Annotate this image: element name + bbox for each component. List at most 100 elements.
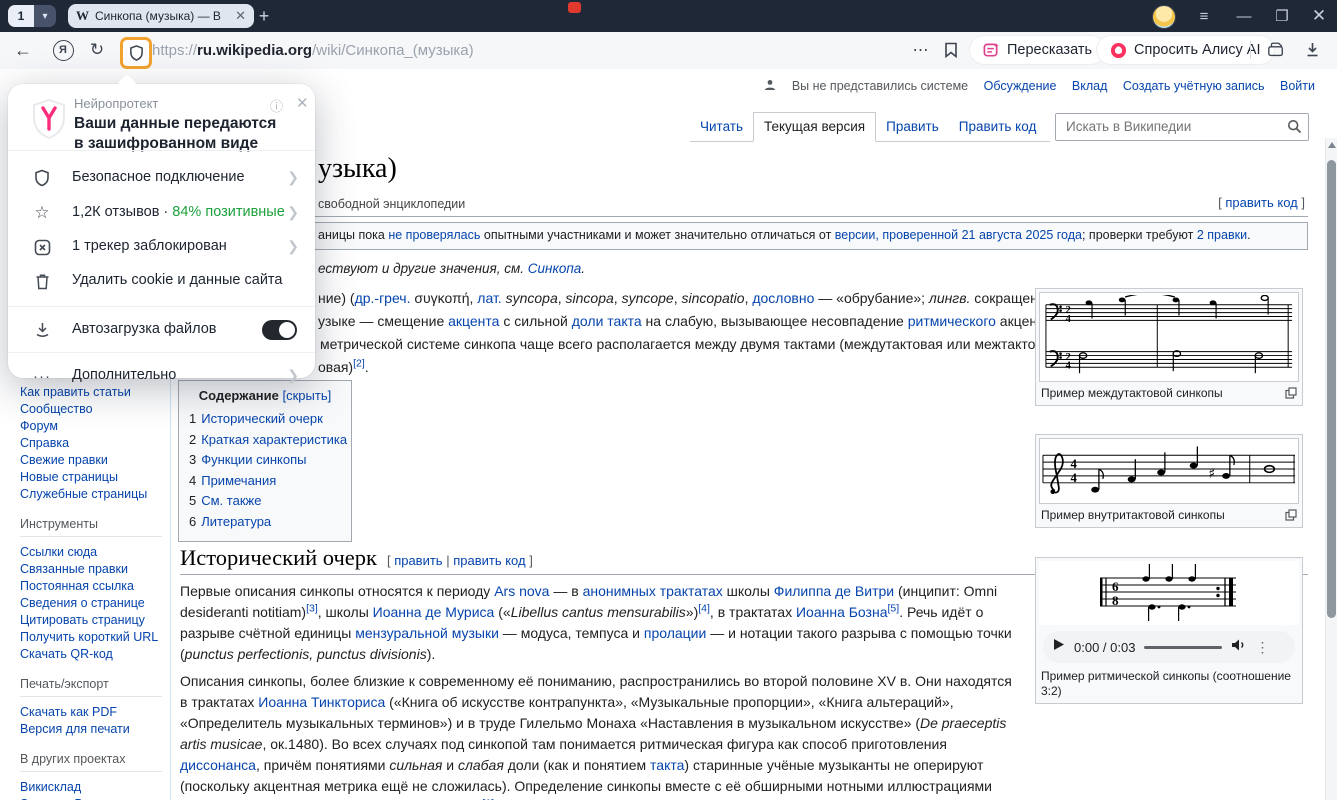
- scrollbar-thumb[interactable]: [1327, 160, 1336, 618]
- figure-intrameasure-syncope[interactable]: 44 ♯ Пример внутритактовой синкопы: [1035, 434, 1303, 528]
- tab-title: Синкопа (музыка) — В: [95, 9, 229, 23]
- sidebar-link[interactable]: Новые страницы: [20, 469, 170, 486]
- browser-window: 1 ▾ W Синкопа (музыка) — В ✕ + ≡ — ❐ ✕ ←…: [0, 0, 1337, 800]
- sidebar-link[interactable]: Получить короткий URL: [20, 629, 170, 646]
- popup-close-icon[interactable]: ✕: [296, 94, 309, 112]
- personal-link-discussion[interactable]: Обсуждение: [984, 79, 1057, 93]
- more-actions-icon[interactable]: ⋯: [908, 32, 934, 68]
- toc-item[interactable]: 6Литература: [189, 512, 341, 533]
- back-icon[interactable]: ←: [10, 32, 36, 68]
- audio-menu-icon[interactable]: ⋮: [1255, 639, 1269, 656]
- wiki-search-box[interactable]: [1055, 113, 1309, 141]
- info-icon[interactable]: ⓘ: [270, 96, 283, 115]
- bookmark-icon[interactable]: [938, 32, 964, 68]
- chevron-right-icon: ❯: [287, 367, 299, 384]
- pending-changes-text: аницы пока не проверялась опытными участ…: [318, 228, 1251, 242]
- tab-current-version[interactable]: Текущая версия: [753, 112, 876, 142]
- popup-headline: Ваши данные передаются в зашифрованном в…: [74, 114, 276, 154]
- section-edit-links[interactable]: [ править | править код ]: [387, 553, 533, 568]
- tab-counter[interactable]: 1 ▾: [8, 5, 56, 27]
- restore-icon[interactable]: ❐: [1264, 0, 1300, 32]
- popup-divider: [8, 306, 315, 307]
- autoload-files-item[interactable]: Автозагрузка файлов: [8, 314, 315, 346]
- intro-line-2: узыке — смещение акцента с сильной доли …: [318, 313, 1062, 329]
- menu-icon[interactable]: ≡: [1186, 0, 1222, 32]
- sidebar-link[interactable]: Постоянная ссылка: [20, 578, 170, 595]
- personal-link-create-account[interactable]: Создать учётную запись: [1123, 79, 1265, 93]
- tab-close-icon[interactable]: ✕: [235, 8, 246, 24]
- popup-divider: [8, 352, 315, 353]
- sidebar-link[interactable]: Элемент Викиданных: [20, 796, 170, 800]
- tab-read[interactable]: Читать: [690, 113, 753, 141]
- search-input[interactable]: [1064, 118, 1278, 135]
- new-tab-button[interactable]: +: [252, 4, 276, 28]
- edit-source-link[interactable]: [ править код ]: [1218, 195, 1305, 210]
- notation-image-intermeasure[interactable]: 24 24: [1039, 292, 1299, 382]
- toc-item[interactable]: 3Функции синкопы: [189, 450, 341, 471]
- figure-intermeasure-syncope[interactable]: 24 24: [1035, 288, 1303, 406]
- yandex-home-icon[interactable]: Я: [50, 32, 76, 68]
- play-icon[interactable]: [1053, 638, 1065, 656]
- toc-item[interactable]: 4Примечания: [189, 471, 341, 492]
- page-scrollbar[interactable]: [1325, 138, 1337, 800]
- summarize-button[interactable]: Пересказать: [970, 36, 1105, 64]
- sidebar-link[interactable]: Сообщество: [20, 401, 170, 418]
- tab-edit-source[interactable]: Править код: [949, 113, 1047, 141]
- close-icon[interactable]: ✕: [1301, 0, 1337, 32]
- svg-text:4: 4: [1071, 471, 1078, 485]
- autoload-toggle[interactable]: [262, 320, 297, 340]
- downloads-icon[interactable]: [1298, 32, 1326, 68]
- address-bar[interactable]: https://ru.wikipedia.org/wiki/Синкопа_(м…: [152, 32, 474, 68]
- secure-connection-item[interactable]: Безопасное подключение ❯: [8, 162, 315, 194]
- download-icon: [32, 320, 52, 340]
- blocked-tracker-icon: [32, 237, 52, 257]
- audio-player[interactable]: 0:00 / 0:03 ⋮: [1043, 631, 1295, 663]
- sidebar-link[interactable]: Викисклад: [20, 779, 170, 796]
- scroll-up-arrow-icon[interactable]: [1328, 142, 1336, 148]
- notation-image-intrameasure[interactable]: 44 ♯: [1039, 438, 1299, 504]
- sidebar-link[interactable]: Скачать QR-код: [20, 646, 170, 663]
- toc-item[interactable]: 2Краткая характеристика: [189, 430, 341, 451]
- sidebar-link[interactable]: Справка: [20, 435, 170, 452]
- svg-text:4: 4: [1065, 313, 1071, 325]
- alice-avatar[interactable]: [1152, 5, 1176, 29]
- browser-toolbar: ← Я ↻ https://ru.wikipedia.org/wiki/Синк…: [0, 32, 1337, 70]
- ask-alice-button[interactable]: Спросить Алису AI: [1097, 36, 1274, 64]
- collections-icon[interactable]: [1262, 32, 1290, 68]
- delete-cookies-item[interactable]: Удалить cookie и данные сайта: [8, 265, 315, 297]
- sidebar-link[interactable]: Служебные страницы: [20, 486, 170, 503]
- search-icon[interactable]: [1287, 119, 1302, 139]
- chevron-right-icon: ❯: [287, 204, 299, 221]
- sidebar-link[interactable]: Связанные правки: [20, 561, 170, 578]
- sidebar-link[interactable]: Сведения о странице: [20, 595, 170, 612]
- toolbar-separator: [1250, 41, 1251, 59]
- tracker-blocked-item[interactable]: 1 трекер заблокирован ❯: [8, 231, 315, 263]
- enlarge-icon[interactable]: [1285, 387, 1297, 403]
- sidebar-link[interactable]: Скачать как PDF: [20, 704, 170, 721]
- protect-shield-icon[interactable]: [120, 37, 152, 69]
- reviews-item[interactable]: ☆ 1,2К отзывов · 84% позитивные ❯: [8, 197, 315, 229]
- chevron-down-icon[interactable]: ▾: [34, 5, 56, 27]
- more-options-item[interactable]: ··· Дополнительно ❯: [8, 360, 315, 392]
- sidebar-link[interactable]: Форум: [20, 418, 170, 435]
- personal-link-login[interactable]: Войти: [1280, 79, 1315, 93]
- toc-item[interactable]: 5См. также: [189, 491, 341, 512]
- sidebar-link[interactable]: Ссылки сюда: [20, 544, 170, 561]
- browser-tab[interactable]: W Синкопа (музыка) — В ✕: [68, 4, 254, 28]
- enlarge-icon[interactable]: [1285, 509, 1297, 525]
- intro-line-4: овая)[2].: [318, 359, 369, 375]
- volume-icon[interactable]: [1231, 638, 1246, 657]
- star-icon: ☆: [32, 203, 52, 223]
- refresh-icon[interactable]: ↻: [84, 32, 110, 68]
- sidebar-link[interactable]: Свежие правки: [20, 452, 170, 469]
- ask-alice-label: Спросить Алису AI: [1134, 42, 1261, 58]
- audio-progress-bar[interactable]: [1144, 646, 1222, 649]
- sidebar-link[interactable]: Версия для печати: [20, 721, 170, 738]
- minimize-icon[interactable]: —: [1226, 0, 1262, 32]
- toc-item[interactable]: 1Исторический очерк: [189, 409, 341, 430]
- personal-link-contributions[interactable]: Вклад: [1072, 79, 1108, 93]
- recording-indicator: [568, 2, 581, 13]
- sidebar-link[interactable]: Цитировать страницу: [20, 612, 170, 629]
- protect-popup: Нейропротект Ваши данные передаются в за…: [8, 84, 315, 378]
- tab-edit[interactable]: Править: [876, 113, 949, 141]
